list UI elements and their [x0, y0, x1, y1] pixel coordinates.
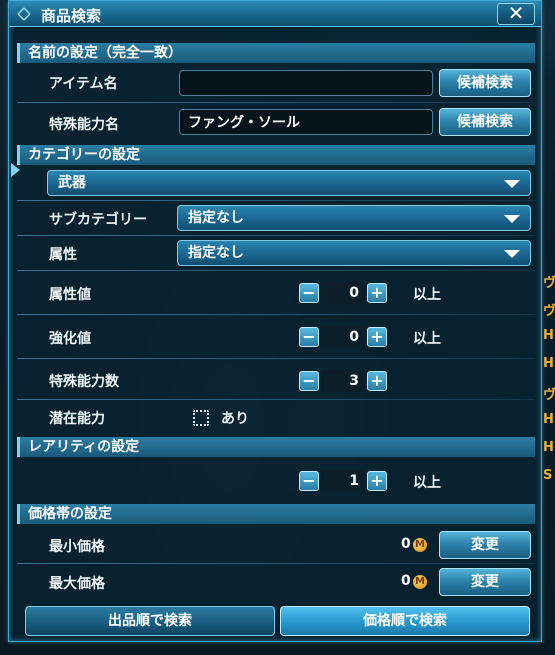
- subcategory-label: サブカテゴリー: [49, 212, 147, 228]
- ability-count-amount: 3: [321, 370, 365, 392]
- grind-amount: 0: [321, 326, 365, 348]
- item-candidate-search-button[interactable]: 候補検索: [439, 69, 531, 97]
- search-by-listing-order-button[interactable]: 出品順で検索: [25, 606, 275, 636]
- divider: [17, 399, 535, 400]
- divider: [17, 235, 535, 236]
- minus-button[interactable]: −: [299, 283, 319, 303]
- min-price-label: 最小価格: [49, 539, 105, 555]
- min-price-change-button[interactable]: 変更: [439, 531, 531, 559]
- grind-label: 強化値: [49, 331, 91, 347]
- rarity-amount: 1: [321, 470, 365, 492]
- element-value-suffix: 以上: [413, 287, 441, 303]
- element-label: 属性: [49, 247, 77, 263]
- section-header-rarity: レアリティの設定: [17, 437, 535, 457]
- divider: [17, 270, 535, 271]
- ability-name-label: 特殊能力名: [49, 117, 119, 133]
- plus-button[interactable]: +: [367, 471, 387, 491]
- element-value-amount: 0: [321, 282, 365, 304]
- chevron-down-icon: [504, 215, 520, 223]
- product-search-window: 商品検索 ✕ 名前の設定（完全一致） アイテム名 候補検索 特殊能力名 候補検索…: [8, 0, 542, 642]
- category-dropdown[interactable]: 武器: [47, 170, 531, 196]
- divider: [17, 200, 535, 201]
- ability-count-label: 特殊能力数: [49, 374, 119, 390]
- section-header-name: 名前の設定（完全一致）: [17, 43, 535, 63]
- minus-button[interactable]: −: [299, 327, 319, 347]
- section-header-category: カテゴリーの設定: [17, 145, 535, 165]
- divider: [17, 563, 535, 564]
- chevron-down-icon: [504, 180, 520, 188]
- section-header-price: 価格帯の設定: [17, 504, 535, 524]
- ability-candidate-search-button[interactable]: 候補検索: [439, 108, 531, 136]
- search-by-price-order-button[interactable]: 価格順で検索: [280, 606, 530, 636]
- latent-ability-label: 潜在能力: [49, 411, 105, 427]
- plus-button[interactable]: +: [367, 371, 387, 391]
- latent-ability-checkbox[interactable]: [193, 410, 209, 426]
- max-price-label: 最大価格: [49, 576, 105, 592]
- ability-count-stepper: − 3 +: [299, 370, 387, 392]
- rarity-suffix: 以上: [413, 475, 441, 491]
- close-button[interactable]: ✕: [497, 3, 535, 25]
- item-name-label: アイテム名: [49, 76, 118, 92]
- item-name-input[interactable]: [179, 70, 433, 96]
- chevron-down-icon: [504, 250, 520, 258]
- subcategory-dropdown-value: 指定なし: [188, 210, 244, 226]
- subcategory-dropdown[interactable]: 指定なし: [177, 205, 531, 231]
- minus-button[interactable]: −: [299, 471, 319, 491]
- meseta-currency-icon: M: [413, 575, 427, 589]
- window-emblem-icon: [17, 7, 31, 21]
- plus-button[interactable]: +: [367, 283, 387, 303]
- element-value-label: 属性値: [49, 287, 91, 303]
- element-dropdown[interactable]: 指定なし: [177, 240, 531, 266]
- element-dropdown-value: 指定なし: [188, 245, 244, 261]
- rarity-stepper: − 1 +: [299, 470, 387, 492]
- divider: [17, 358, 535, 359]
- ability-name-input[interactable]: [179, 109, 433, 135]
- element-value-stepper: − 0 +: [299, 282, 387, 304]
- pointer-arrow-icon: [11, 163, 20, 177]
- window-title: 商品検索: [41, 7, 102, 25]
- category-dropdown-value: 武器: [58, 175, 86, 191]
- min-price-value: 0: [401, 536, 411, 552]
- grind-stepper: − 0 +: [299, 326, 387, 348]
- max-price-value: 0: [401, 573, 411, 589]
- divider: [17, 102, 535, 103]
- meseta-currency-icon: M: [413, 538, 427, 552]
- max-price-change-button[interactable]: 変更: [439, 568, 531, 596]
- minus-button[interactable]: −: [299, 371, 319, 391]
- background-panel-edge: ヴヴHHヴHHS: [543, 276, 555, 483]
- divider: [17, 314, 535, 315]
- title-bar[interactable]: 商品検索 ✕: [9, 1, 541, 27]
- latent-ability-option[interactable]: あり: [221, 408, 249, 428]
- grind-suffix: 以上: [413, 331, 441, 347]
- plus-button[interactable]: +: [367, 327, 387, 347]
